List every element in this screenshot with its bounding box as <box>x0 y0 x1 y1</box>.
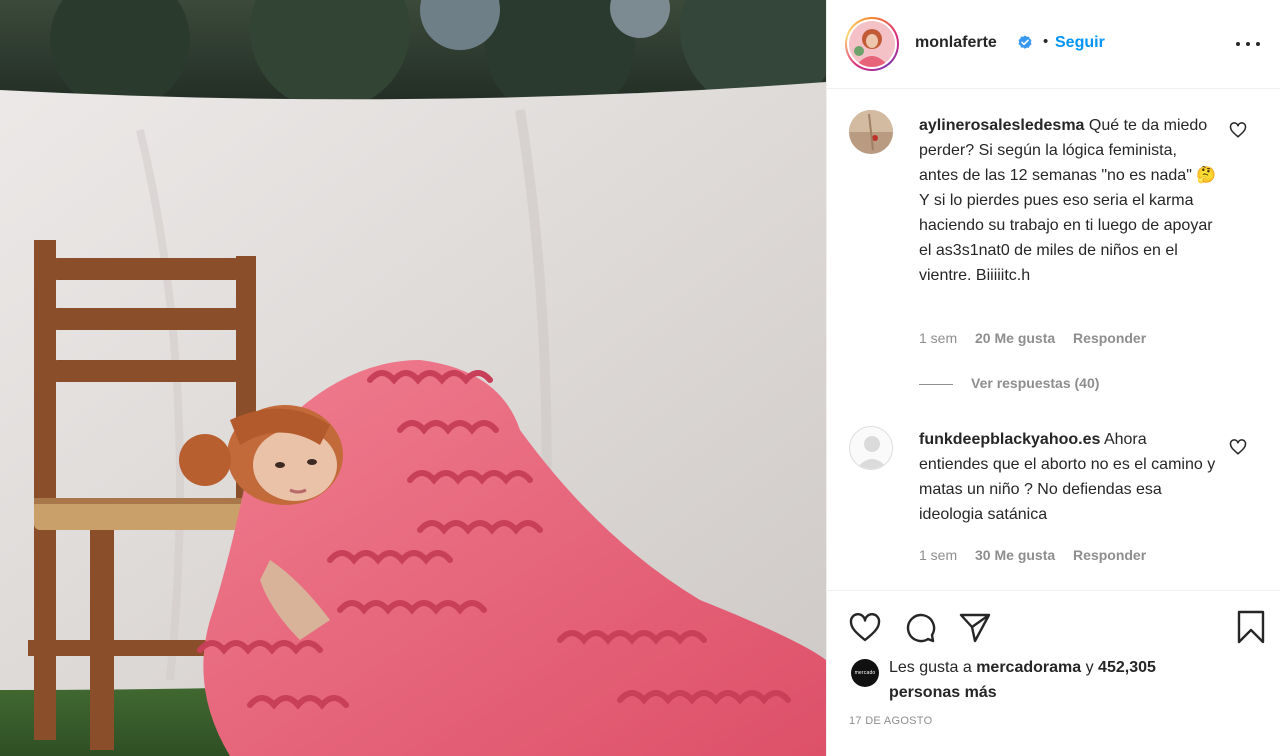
commenter-avatar[interactable] <box>849 110 893 154</box>
view-replies-label: Ver respuestas (40) <box>971 375 1100 391</box>
like-comment-heart-icon[interactable] <box>1229 121 1247 139</box>
like-comment-heart-icon[interactable] <box>1229 438 1247 456</box>
separator-dot: • <box>1043 33 1049 50</box>
liker-avatar-text: mercado <box>854 670 876 676</box>
reply-button[interactable]: Responder <box>1073 330 1146 346</box>
comment-meta: 1 sem 30 Me gusta Responder <box>919 547 1160 563</box>
comment-username[interactable]: funkdeepblackyahoo.es <box>919 431 1100 448</box>
reply-button[interactable]: Responder <box>1073 547 1146 563</box>
replies-divider <box>919 383 953 385</box>
heart-icon[interactable] <box>847 609 883 645</box>
comment-likes[interactable]: 20 Me gusta <box>975 330 1055 346</box>
post-sidebar: monlaferte • Seguir aylinerosalesledesma… <box>826 0 1280 756</box>
post-header: monlaferte • Seguir <box>827 0 1280 89</box>
likes-text: Les gusta a mercadorama y 452,305 person… <box>889 655 1219 705</box>
commenter-avatar[interactable] <box>849 426 893 470</box>
author-avatar[interactable] <box>845 17 899 71</box>
post-date[interactable]: 17 DE AGOSTO <box>849 715 932 727</box>
author-username[interactable]: monlaferte <box>915 34 997 52</box>
comment-time[interactable]: 1 sem <box>919 547 957 563</box>
liker-avatar[interactable]: mercado <box>851 659 879 687</box>
share-icon[interactable] <box>957 609 993 645</box>
bookmark-icon[interactable] <box>1233 609 1269 645</box>
liker-username[interactable]: mercadorama <box>976 659 1081 676</box>
comment-icon[interactable] <box>902 609 938 645</box>
comment-text-block: aylinerosalesledesma Qué te da miedo per… <box>919 113 1219 288</box>
verified-badge-icon <box>1018 35 1032 49</box>
comment-time[interactable]: 1 sem <box>919 330 957 346</box>
comment-text-block: funkdeepblackyahoo.es Ahora entiendes qu… <box>919 427 1219 527</box>
comment-username[interactable]: aylinerosalesledesma <box>919 117 1084 134</box>
comment-text: Qué te da miedo perder? Si según la lógi… <box>919 117 1217 284</box>
more-options-icon[interactable] <box>1233 32 1263 56</box>
comment-meta: 1 sem 20 Me gusta Responder <box>919 330 1160 346</box>
view-replies-button[interactable]: Ver respuestas (40) <box>919 375 1099 391</box>
likes-conjunction: y <box>1085 659 1094 676</box>
comment-likes[interactable]: 30 Me gusta <box>975 547 1055 563</box>
follow-button[interactable]: Seguir <box>1055 34 1105 52</box>
post-actions: mercado Les gusta a mercadorama y 452,30… <box>827 590 1280 756</box>
likes-prefix: Les gusta a <box>889 659 972 676</box>
post-image[interactable] <box>0 0 826 756</box>
